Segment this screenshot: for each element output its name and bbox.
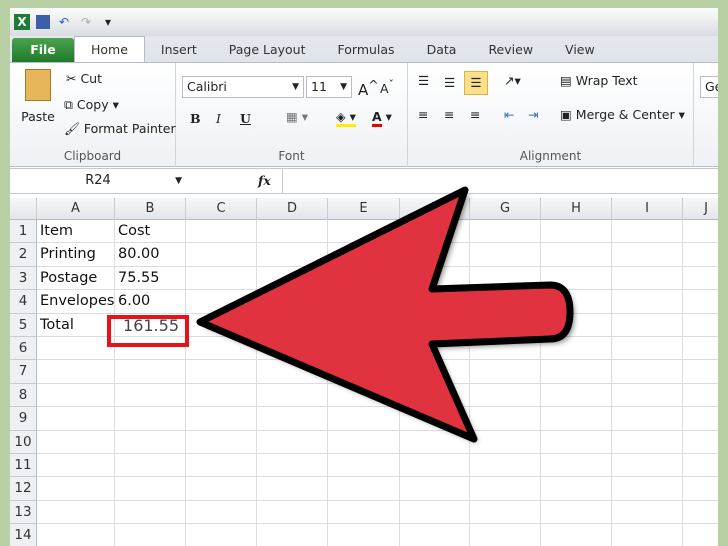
- red-arrow: [196, 186, 574, 443]
- excel-window: X ↶ ↷ ▾ File Home Insert Page Layout For…: [10, 8, 718, 546]
- arrow-overlay: [107, 186, 574, 443]
- highlight-box: [107, 315, 189, 347]
